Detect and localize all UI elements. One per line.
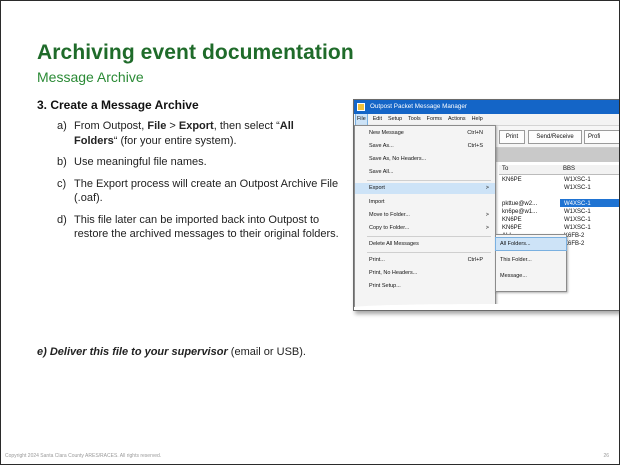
page-number: 26 (603, 453, 609, 459)
deliver-instruction: e) Deliver this file to your supervisor … (37, 346, 306, 358)
item-text: > (166, 120, 179, 132)
item-label: a) (57, 120, 67, 132)
to-column-header[interactable]: To (499, 165, 562, 175)
item-text: From Outpost, (74, 120, 148, 132)
file-menu-item[interactable]: Import (355, 197, 495, 208)
file-menu-item[interactable]: Copy to Folder... > (355, 223, 495, 234)
outpost-app-icon (357, 103, 365, 111)
file-menu-item[interactable]: Delete All Messages (355, 239, 495, 250)
file-menu-item-label: Save All... (369, 169, 394, 175)
export-submenu-item[interactable]: Message... (496, 270, 566, 282)
file-menu-item[interactable]: Export > (355, 183, 495, 194)
menu-separator (367, 180, 491, 181)
menu-help[interactable]: Help (472, 114, 483, 125)
slide-subtitle: Message Archive (37, 69, 144, 85)
menu-separator (367, 252, 491, 253)
item-label: c) (57, 177, 67, 190)
row-to-cell[interactable]: KN6PE (502, 176, 522, 184)
file-menu-item[interactable]: Save As, No Headers... (355, 154, 495, 165)
file-menu-item-label: Delete All Messages (369, 241, 419, 247)
row-to-cell[interactable]: pkttue@w2... (502, 200, 537, 208)
row-bbs-cell[interactable]: W1XSC-1 (564, 176, 591, 184)
file-menu-item-label: Save As, No Headers... (369, 156, 427, 162)
export-submenu-item[interactable]: All Folders... (495, 237, 567, 251)
file-menu-item-label: Print... (369, 257, 385, 263)
row-bbs-cell[interactable]: W4XSC-1 (564, 200, 591, 208)
file-menu-item[interactable]: Print, No Headers... (355, 268, 495, 279)
file-menu-item[interactable]: Save All... (355, 167, 495, 178)
instruction-item: a) From Outpost, File > Export, then sele… (57, 119, 339, 148)
instruction-item: c) The Export process will create an Outp… (57, 177, 339, 206)
submenu-arrow-icon: > (485, 212, 489, 218)
item-text: The Export process will create an Outpos… (74, 177, 339, 205)
menu-separator (367, 236, 491, 237)
shortcut-key: Ctrl+N (467, 130, 483, 136)
submenu-arrow-icon: > (485, 185, 489, 191)
item-emphasis: File (147, 120, 167, 132)
menu-file[interactable]: File (355, 113, 368, 126)
file-menu-item[interactable]: New Message Ctrl+N (355, 128, 495, 139)
bbs-column-header[interactable]: BBS (560, 165, 619, 175)
file-menu-item-label: Move to Folder... (369, 212, 410, 218)
item-label: b) (57, 156, 67, 168)
slide-title: Archiving event documentation (37, 41, 354, 64)
deliver-rest-text: (email or USB). (227, 346, 306, 358)
row-bbs-cell[interactable]: W1XSC-1 (564, 184, 591, 192)
file-menu-item-label: New Message (369, 130, 404, 136)
instruction-list: a) From Outpost, File > Export, then sele… (57, 119, 339, 249)
file-menu-item-label: Print Setup... (369, 283, 401, 289)
window-title: Outpost Packet Message Manager (370, 103, 467, 110)
file-menu-item[interactable]: Print... Ctrl+P (355, 255, 495, 266)
file-menu-item[interactable]: Save As... Ctrl+S (355, 141, 495, 152)
row-bbs-cell[interactable]: W1XSC-1 (564, 224, 591, 232)
instruction-item: b) Use meaningful file names. (57, 155, 339, 170)
send-receive-button[interactable]: Send/Receive (528, 130, 582, 144)
print-button[interactable]: Print (499, 130, 525, 144)
row-to-cell[interactable]: KN6PE (502, 216, 522, 224)
submenu-arrow-icon: > (485, 225, 489, 231)
menu-actions[interactable]: Actions (448, 114, 466, 125)
item-emphasis: Export (178, 120, 214, 132)
file-menu-item-label: Import (369, 199, 385, 205)
torn-edge (354, 304, 619, 310)
menu-forms[interactable]: Forms (427, 114, 442, 125)
item-text: Use meaningful file names. (74, 156, 207, 168)
item-text: “ (for your entire system). (113, 134, 237, 147)
export-submenu-item[interactable]: This Folder... (496, 254, 566, 266)
export-submenu: All Folders... This Folder... Message... (495, 234, 567, 292)
shortcut-key: Ctrl+S (467, 143, 483, 149)
instruction-item: d) This file later can be imported back i… (57, 213, 339, 242)
shortcut-key: Ctrl+P (467, 257, 483, 263)
file-menu-item-label: Save As... (369, 143, 394, 149)
menu-edit[interactable]: Edit (373, 114, 382, 125)
item-label: d) (57, 213, 67, 226)
profile-button[interactable]: Profi (584, 130, 619, 144)
menu-tools[interactable]: Tools (408, 114, 421, 125)
row-bbs-cell[interactable]: K6FB-2 (564, 232, 584, 240)
file-menu-item[interactable]: Print Setup... (355, 281, 495, 292)
row-bbs-cell[interactable]: W1XSC-1 (564, 192, 591, 200)
step-heading: 3. Create a Message Archive (37, 98, 199, 112)
window-titlebar: Outpost Packet Message Manager (354, 100, 619, 114)
item-text: This file later can be imported back int… (74, 213, 339, 241)
copyright-footer: Copyright 2024 Santa Clara County ARES/R… (5, 453, 162, 459)
file-menu: New Message Ctrl+N Save As... Ctrl+S Save As… (354, 125, 496, 310)
file-menu-item-label: Print, No Headers... (369, 270, 418, 276)
row-bbs-cell[interactable]: K6FB-2 (564, 240, 584, 248)
row-bbs-cell[interactable]: W1XSC-1 (564, 216, 591, 224)
file-menu-item-label: Copy to Folder... (369, 225, 410, 231)
slide: Archiving event documentation Message Ar… (0, 0, 620, 465)
file-menu-item-label: Export (369, 185, 385, 191)
file-menu-item[interactable]: Move to Folder... > (355, 210, 495, 221)
row-to-cell[interactable]: kn6pe@w1... (502, 208, 537, 216)
deliver-strong-text: Deliver this file to your supervisor (49, 346, 228, 358)
item-text: , then select “ (213, 120, 280, 132)
outpost-screenshot: Outpost Packet Message Manager File Edit S… (353, 99, 619, 311)
row-bbs-cell[interactable]: W1XSC-1 (564, 208, 591, 216)
row-to-cell[interactable]: KN6PE (502, 224, 522, 232)
deliver-label: e) (37, 346, 50, 358)
menu-setup[interactable]: Setup (388, 114, 402, 125)
